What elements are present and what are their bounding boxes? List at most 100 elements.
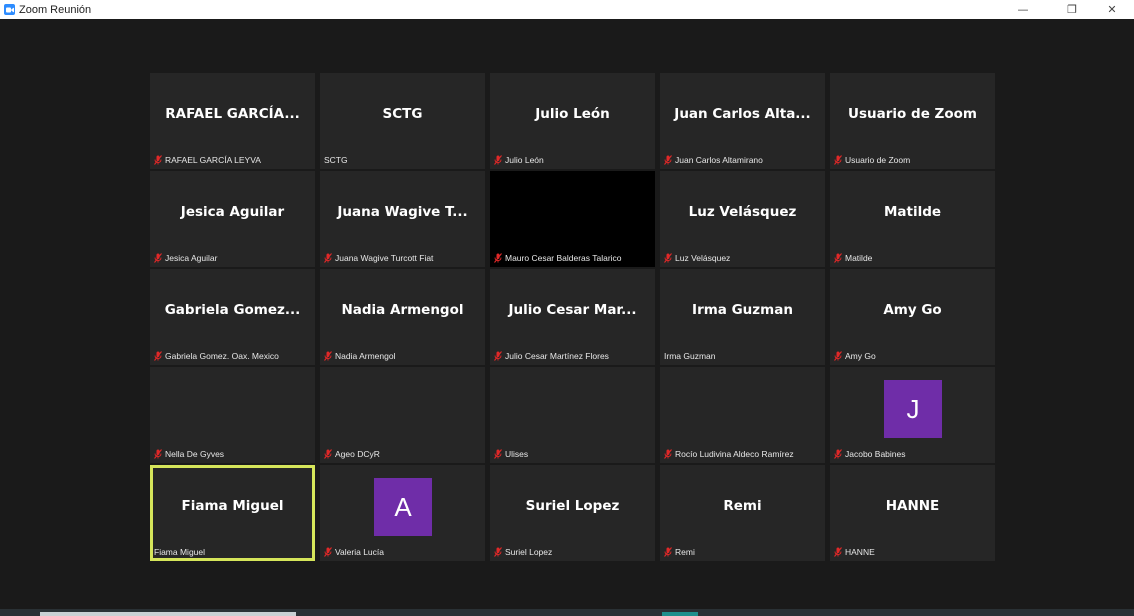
- participant-name-text: SCTG: [324, 155, 348, 165]
- participant-name-text: Julio Cesar Martínez Flores: [505, 351, 609, 361]
- mic-muted-icon: [834, 253, 842, 263]
- participant-display-name: Suriel Lopez: [525, 498, 620, 514]
- participant-tile[interactable]: Nella De Gyves: [150, 367, 315, 463]
- participant-tile[interactable]: Matilde Matilde: [830, 171, 995, 267]
- participant-tile[interactable]: Mauro Cesar Balderas Talarico: [490, 171, 655, 267]
- mic-muted-icon: [834, 351, 842, 361]
- participant-name-label: Juana Wagive Turcott Fiat: [324, 253, 433, 263]
- participant-name-label: Mauro Cesar Balderas Talarico: [494, 253, 622, 263]
- participant-name-label: RAFAEL GARCÍA LEYVA: [154, 155, 261, 165]
- participant-tile[interactable]: Juana Wagive T... Juana Wagive Turcott Fi…: [320, 171, 485, 267]
- participant-name-text: Juana Wagive Turcott Fiat: [335, 253, 434, 263]
- participant-tile[interactable]: Remi Remi: [660, 465, 825, 561]
- participant-tile[interactable]: Juan Carlos Alta... Juan Carlos Altamiran…: [660, 73, 825, 169]
- participant-tile[interactable]: SCTG SCTG: [320, 73, 485, 169]
- participant-display-name: Remi: [723, 498, 762, 514]
- participant-name-label: Luz Velásquez: [664, 253, 730, 263]
- participant-display-name: HANNE: [885, 498, 940, 514]
- participant-display-name: Julio Cesar Mar...: [508, 302, 637, 318]
- participant-tile[interactable]: Julio León Julio León: [490, 73, 655, 169]
- participant-name-text: Jacobo Babines: [845, 449, 906, 459]
- participant-tile[interactable]: J Jacobo Babines: [830, 367, 995, 463]
- toolbar-segment-active: [662, 612, 698, 616]
- participant-display-name: Juan Carlos Alta...: [674, 106, 811, 122]
- participant-display-name: Irma Guzman: [692, 302, 793, 318]
- mic-muted-icon: [154, 253, 162, 263]
- mic-muted-icon: [494, 449, 502, 459]
- participant-name-text: Irma Guzman: [664, 351, 716, 361]
- participant-tile[interactable]: Rocío Ludivina Aldeco Ramírez: [660, 367, 825, 463]
- participant-name-text: Nadia Armengol: [335, 351, 396, 361]
- participant-name-label: HANNE: [834, 547, 875, 557]
- toolbar-segment: [40, 612, 296, 616]
- close-button[interactable]: ✕: [1099, 0, 1125, 19]
- participant-name-text: Julio León: [505, 155, 544, 165]
- participant-display-name: Juana Wagive T...: [337, 204, 468, 220]
- participant-tile[interactable]: Amy Go Amy Go: [830, 269, 995, 365]
- participant-tile[interactable]: Nadia Armengol Nadia Armengol: [320, 269, 485, 365]
- gallery-view: RAFAEL GARCÍA... RAFAEL GARCÍA LEYVA SCTG S…: [6, 19, 996, 609]
- minimize-button[interactable]: —: [1010, 0, 1036, 19]
- window-title: Zoom Reunión: [19, 3, 92, 16]
- participant-name-label: Jacobo Babines: [834, 449, 906, 459]
- participant-name-label: Julio León: [494, 155, 544, 165]
- participant-display-name: Nadia Armengol: [341, 302, 464, 318]
- participant-name-label: Matilde: [834, 253, 872, 263]
- participant-tile[interactable]: Suriel Lopez Suriel Lopez: [490, 465, 655, 561]
- mic-muted-icon: [664, 547, 672, 557]
- window-titlebar: Zoom Reunión: [0, 0, 1134, 19]
- participant-name-text: Nella De Gyves: [165, 449, 225, 459]
- participant-tile[interactable]: HANNE HANNE: [830, 465, 995, 561]
- participant-tile[interactable]: RAFAEL GARCÍA... RAFAEL GARCÍA LEYVA: [150, 73, 315, 169]
- participant-display-name: Luz Velásquez: [688, 204, 797, 220]
- participant-name-label: Nella De Gyves: [154, 449, 224, 459]
- participant-tile[interactable]: Usuario de Zoom Usuario de Zoom: [830, 73, 995, 169]
- zoom-app-icon: [4, 4, 15, 15]
- participant-name-text: RAFAEL GARCÍA LEYVA: [165, 155, 261, 165]
- participant-name-text: Gabriela Gomez. Oax. Mexico: [165, 351, 279, 361]
- restore-button[interactable]: ❐: [1059, 0, 1085, 19]
- participant-display-name: SCTG: [382, 106, 423, 122]
- mic-muted-icon: [494, 547, 502, 557]
- mic-muted-icon: [154, 449, 162, 459]
- participant-name-label: Julio Cesar Martínez Flores: [494, 351, 609, 361]
- participant-display-name: Usuario de Zoom: [848, 106, 977, 122]
- participant-avatar: A: [374, 478, 432, 536]
- participant-tile[interactable]: A Valeria Lucía: [320, 465, 485, 561]
- participant-tile[interactable]: Jesica Aguilar Jesica Aguilar: [150, 171, 315, 267]
- participant-tile[interactable]: Ageo DCyR: [320, 367, 485, 463]
- participant-display-name: Julio León: [535, 106, 610, 122]
- participant-tile[interactable]: Fiama Miguel Fiama Miguel: [150, 465, 315, 561]
- participant-name-text: Mauro Cesar Balderas Talarico: [505, 253, 622, 263]
- participant-tile[interactable]: Julio Cesar Mar... Julio Cesar Martínez F…: [490, 269, 655, 365]
- participant-name-text: Jesica Aguilar: [165, 253, 218, 263]
- participant-tile[interactable]: Luz Velásquez Luz Velásquez: [660, 171, 825, 267]
- mic-muted-icon: [834, 155, 842, 165]
- mic-muted-icon: [324, 351, 332, 361]
- mic-muted-icon: [154, 155, 162, 165]
- participant-name-text: Valeria Lucía: [335, 547, 384, 557]
- participant-name-text: Juan Carlos Altamirano: [675, 155, 763, 165]
- mic-muted-icon: [154, 351, 162, 361]
- mic-muted-icon: [324, 547, 332, 557]
- participant-tile[interactable]: Irma Guzman Irma Guzman: [660, 269, 825, 365]
- participant-name-text: Luz Velásquez: [675, 253, 731, 263]
- participant-display-name: Matilde: [883, 204, 942, 220]
- participant-name-label: Jesica Aguilar: [154, 253, 217, 263]
- participant-name-label: Usuario de Zoom: [834, 155, 910, 165]
- participant-name-label: Fiama Miguel: [154, 547, 205, 557]
- mic-muted-icon: [494, 351, 502, 361]
- participant-display-name: Fiama Miguel: [181, 498, 284, 514]
- participant-tile[interactable]: Gabriela Gomez... Gabriela Gomez. Oax. Me…: [150, 269, 315, 365]
- participant-name-text: Remi: [675, 547, 695, 557]
- participant-name-label: Juan Carlos Altamirano: [664, 155, 763, 165]
- mic-muted-icon: [494, 155, 502, 165]
- participant-name-text: Amy Go: [845, 351, 876, 361]
- mic-muted-icon: [834, 547, 842, 557]
- participant-tile[interactable]: Ulises: [490, 367, 655, 463]
- participant-name-label: Remi: [664, 547, 695, 557]
- participant-name-text: Suriel Lopez: [505, 547, 553, 557]
- participant-name-text: Rocío Ludivina Aldeco Ramírez: [675, 449, 794, 459]
- bottom-toolbar: [0, 609, 1134, 616]
- mic-muted-icon: [324, 449, 332, 459]
